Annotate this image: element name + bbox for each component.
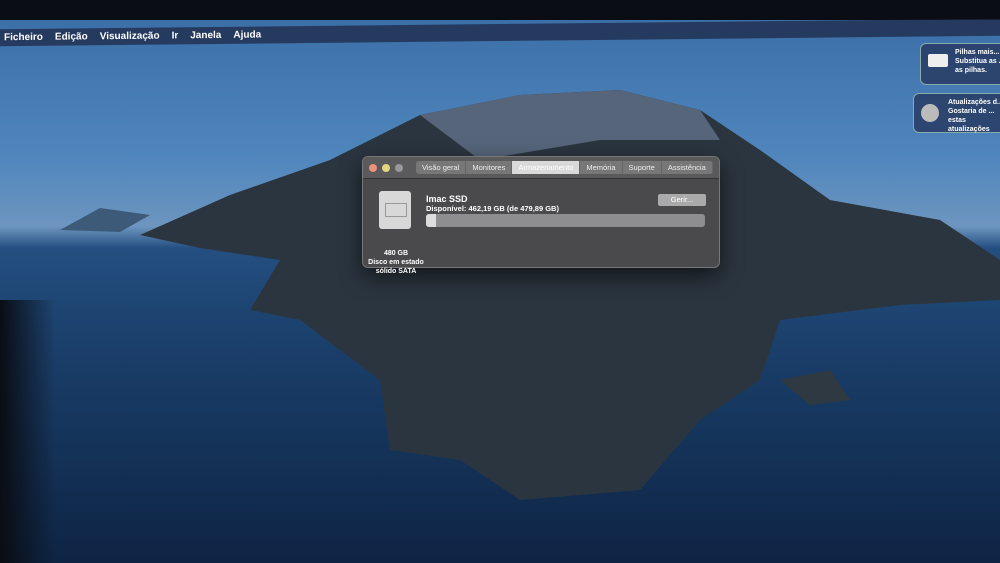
storage-used-fill bbox=[426, 214, 437, 227]
tab-displays[interactable]: Monitores bbox=[466, 161, 513, 174]
system-preferences-icon bbox=[921, 104, 939, 122]
menu-janela[interactable]: Janela bbox=[190, 30, 221, 41]
tab-memory[interactable]: Memória bbox=[580, 161, 623, 174]
ssd-drive-icon bbox=[379, 191, 411, 229]
storage-usage-bar bbox=[426, 214, 705, 227]
about-this-mac-window: Visão geral Monitores Armazenamento Memó… bbox=[362, 156, 720, 275]
monitor-bezel bbox=[0, 0, 1000, 22]
tab-overview[interactable]: Visão geral bbox=[416, 161, 467, 174]
battery-icon bbox=[928, 54, 948, 67]
notification-text: as pilhas. bbox=[955, 67, 987, 74]
notification-title: Atualizações d... bbox=[948, 99, 1000, 106]
close-button[interactable] bbox=[369, 163, 377, 172]
tab-storage[interactable]: Armazenamento bbox=[512, 161, 581, 174]
disk-type: Disco em estado bbox=[368, 259, 424, 266]
notification-battery[interactable]: Pilhas mais... Substitua as ... as pilha… bbox=[920, 43, 1000, 85]
menu-visualizacao[interactable]: Visualização bbox=[100, 31, 160, 43]
notification-text: Substitua as ... bbox=[955, 58, 1000, 65]
tab-support[interactable]: Suporte bbox=[623, 161, 662, 174]
menu-ajuda[interactable]: Ajuda bbox=[233, 30, 261, 41]
tab-service[interactable]: Assistência bbox=[662, 161, 713, 174]
monitor-bezel-shadow bbox=[0, 300, 55, 563]
manage-button[interactable]: Gerir... bbox=[658, 194, 706, 206]
notification-text: estas atualizações bbox=[948, 117, 990, 133]
available-space: Disponível: 462,19 GB (de 479,89 GB) bbox=[426, 204, 559, 213]
tab-bar: Visão geral Monitores Armazenamento Memó… bbox=[416, 161, 713, 174]
disk-name: Imac SSD bbox=[426, 194, 468, 204]
notification-text: Gostaria de ... bbox=[948, 108, 995, 115]
disk-info: 480 GB Disco em estado sólido SATA bbox=[365, 249, 427, 276]
zoom-button[interactable] bbox=[395, 163, 403, 172]
menu-ir[interactable]: Ir bbox=[172, 30, 179, 41]
disk-type-2: sólido SATA bbox=[375, 268, 417, 275]
menu-edicao[interactable]: Edição bbox=[55, 31, 88, 42]
desktop-wallpaper bbox=[0, 20, 1000, 563]
window-titlebar: Visão geral Monitores Armazenamento Memó… bbox=[363, 157, 719, 179]
disk-size: 480 GB bbox=[383, 250, 409, 257]
notification-title: Pilhas mais... bbox=[955, 49, 1000, 56]
island-image bbox=[60, 90, 1000, 500]
minimize-button[interactable] bbox=[382, 163, 390, 172]
menu-ficheiro[interactable]: Ficheiro bbox=[4, 32, 43, 43]
notification-updates[interactable]: Atualizações d... Gostaria de ... estas … bbox=[913, 93, 1000, 133]
